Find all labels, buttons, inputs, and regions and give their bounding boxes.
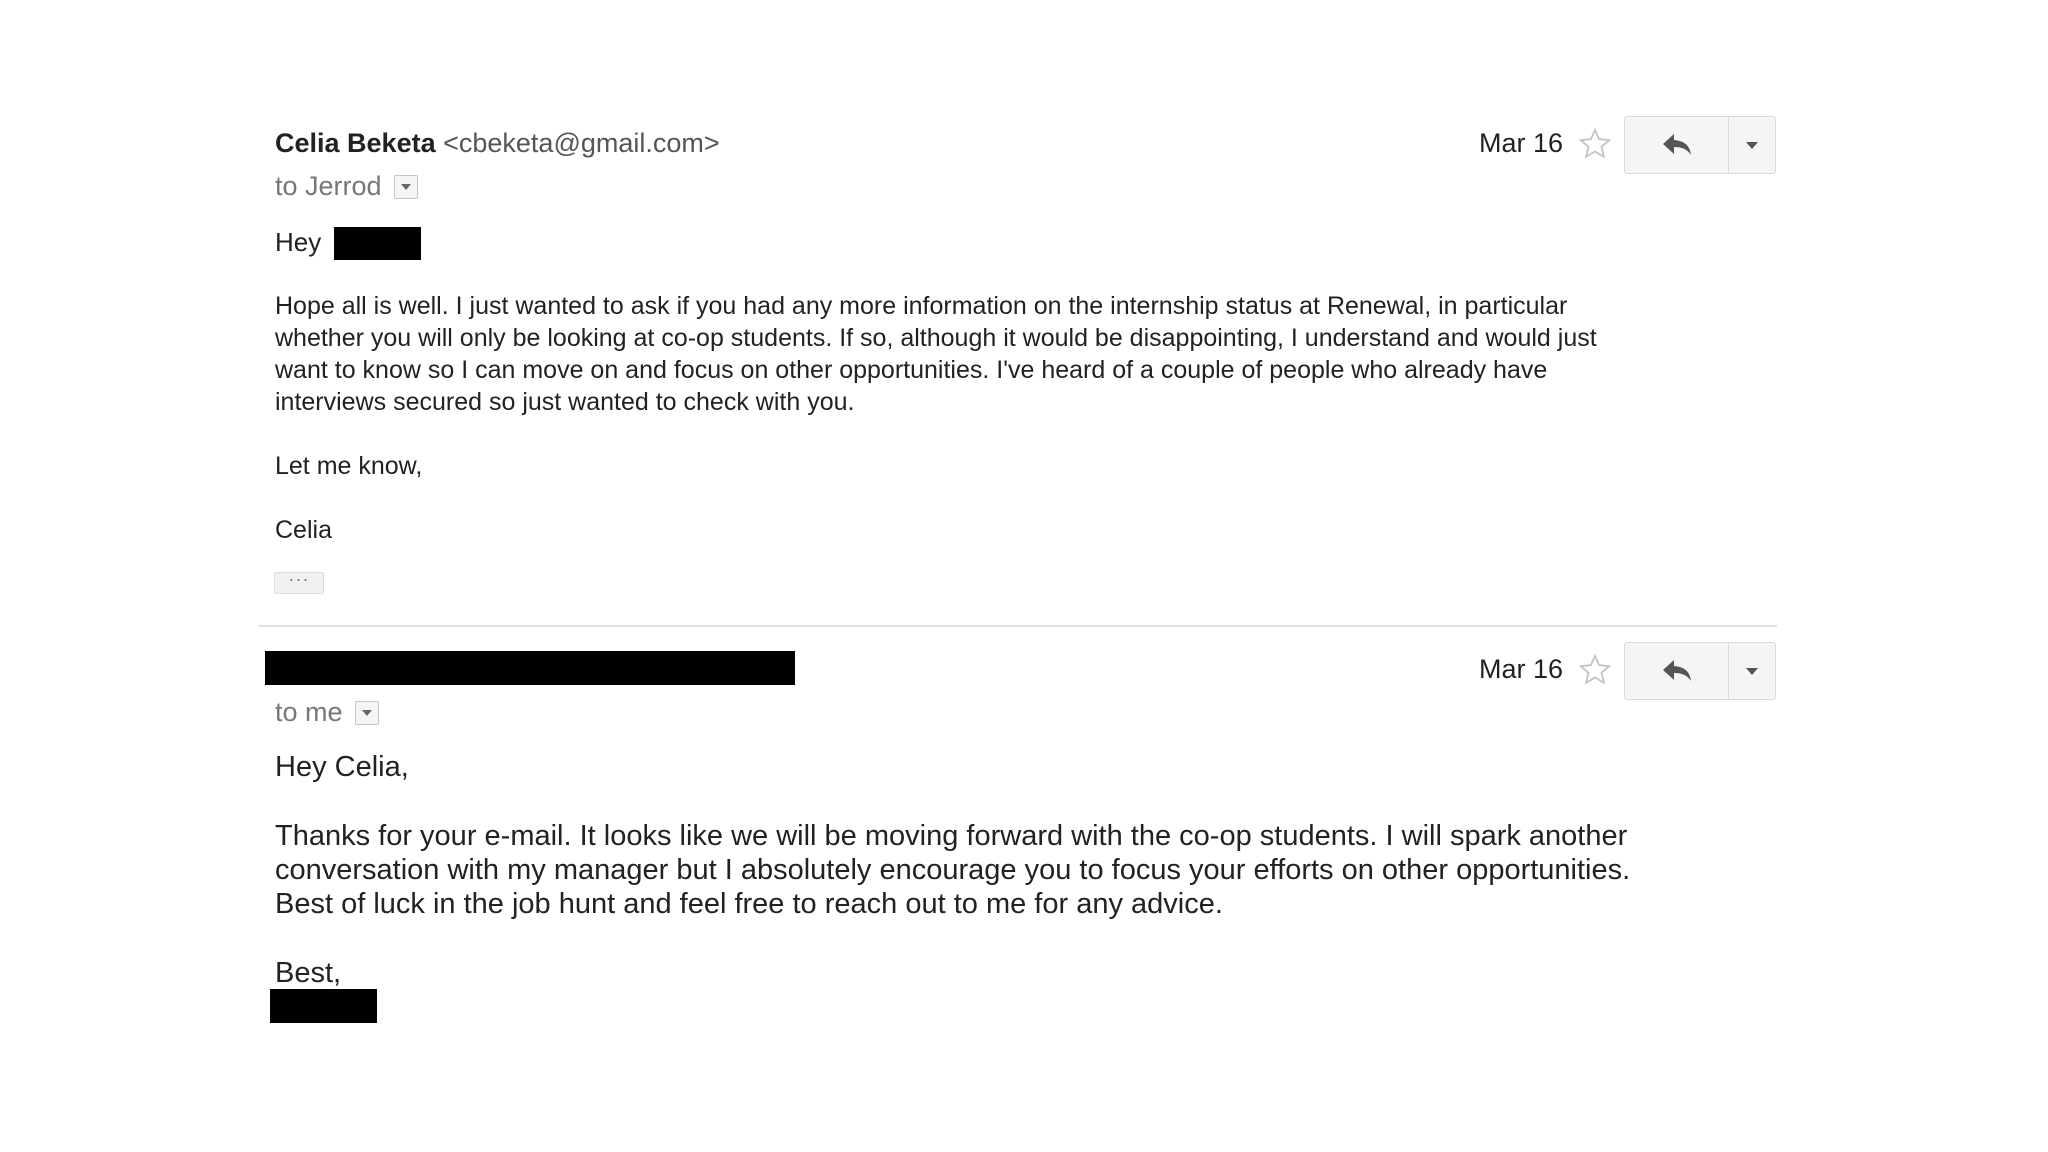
reply-button-group	[1624, 642, 1776, 700]
recipients-line: to Jerrod	[275, 171, 418, 202]
closing: Best,	[275, 957, 342, 989]
signature: Celia	[275, 516, 332, 544]
recipients-dropdown-icon[interactable]	[393, 174, 418, 199]
reply-arrow-icon	[1662, 660, 1691, 681]
star-icon[interactable]	[1578, 653, 1612, 687]
sender-email: <cbeketa@gmail.com>	[443, 128, 720, 158]
reply-button[interactable]	[1625, 117, 1729, 173]
body-line: Thanks for your e-mail. It looks like we…	[275, 820, 1628, 852]
message-celia: Celia Beketa <cbeketa@gmail.com> to Jerr…	[0, 0, 2048, 626]
body-line: conversation with my manager but I absol…	[275, 854, 1631, 886]
reply-button[interactable]	[1625, 643, 1729, 699]
chevron-down-icon	[1746, 141, 1758, 149]
greeting: Hey Celia,	[275, 751, 409, 783]
message-reply: to me Mar 16 Hey Celia, Thanks for your …	[0, 626, 2048, 1152]
recipients-text: to me	[275, 697, 343, 727]
sender-name[interactable]: Celia Beketa	[275, 128, 436, 158]
more-options-button[interactable]	[1729, 117, 1775, 173]
body-line: want to know so I can move on and focus …	[275, 356, 1548, 384]
greeting: Hey	[275, 227, 322, 257]
message-date: Mar 16	[1479, 128, 1564, 158]
sender-line: Celia Beketa <cbeketa@gmail.com>	[275, 128, 720, 159]
reply-arrow-icon	[1662, 134, 1691, 155]
redacted-signature	[270, 989, 377, 1023]
body-line: Best of luck in the job hunt and feel fr…	[275, 888, 1223, 920]
message-date: Mar 16	[1479, 654, 1564, 684]
show-trimmed-content-button[interactable]: ···	[274, 570, 324, 594]
redacted-sender	[265, 651, 795, 685]
chevron-down-icon	[1746, 667, 1758, 675]
body-line: Hope all is well. I just wanted to ask i…	[275, 292, 1568, 320]
recipients-line: to me	[275, 697, 379, 728]
recipients-text: to Jerrod	[275, 171, 382, 201]
star-icon[interactable]	[1578, 127, 1612, 161]
more-options-button[interactable]	[1729, 643, 1775, 699]
closing: Let me know,	[275, 452, 423, 480]
redacted-recipient-name	[334, 227, 421, 260]
recipients-dropdown-icon[interactable]	[354, 700, 379, 725]
email-thread: Celia Beketa <cbeketa@gmail.com> to Jerr…	[0, 0, 2048, 1152]
body-line: interviews secured so just wanted to che…	[275, 388, 855, 416]
body-line: whether you will only be looking at co-o…	[275, 324, 1597, 352]
reply-button-group	[1624, 116, 1776, 174]
